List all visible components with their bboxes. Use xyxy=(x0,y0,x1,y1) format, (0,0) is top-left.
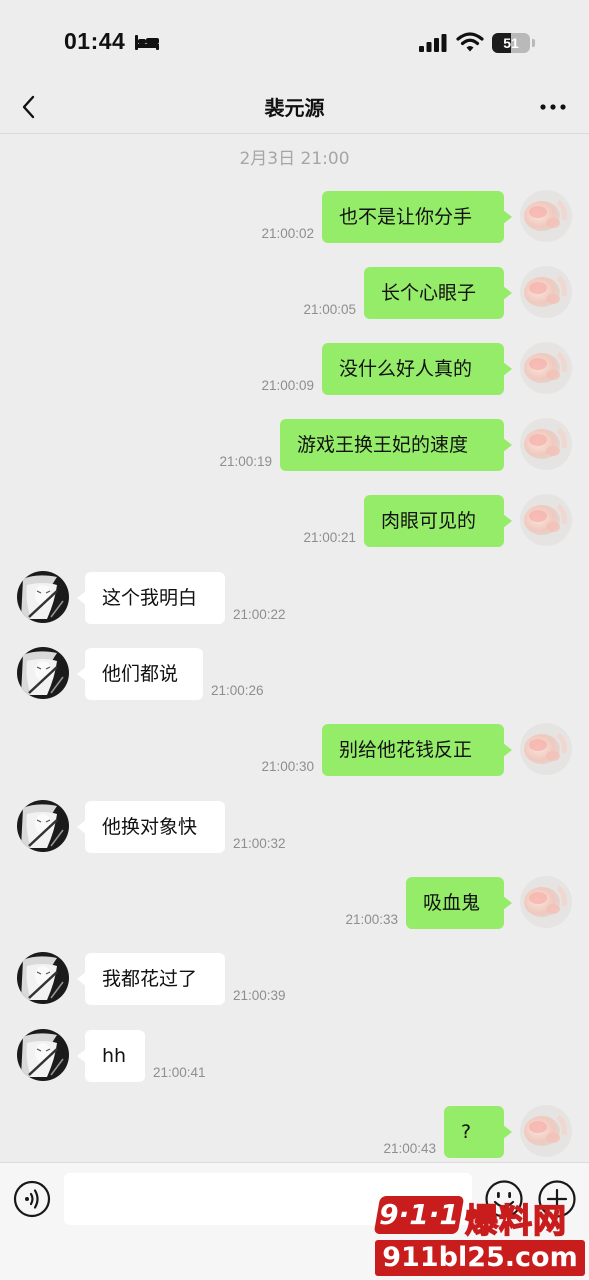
watermark-badge: 9·1·1 xyxy=(373,1196,465,1234)
message-bubble-received[interactable]: 我都花过了 xyxy=(77,953,225,1005)
voice-icon[interactable] xyxy=(13,1180,51,1218)
battery-tip xyxy=(532,39,535,47)
avatar-self[interactable] xyxy=(520,190,572,242)
avatar-contact[interactable] xyxy=(17,571,69,623)
message-time: 21:00:43 xyxy=(383,1141,436,1156)
avatar-contact[interactable] xyxy=(17,647,69,699)
more-dots-icon[interactable] xyxy=(538,94,568,120)
message-bubble-sent[interactable]: 吸血鬼 xyxy=(406,877,512,929)
message-bubble-received[interactable]: 这个我明白 xyxy=(77,572,225,624)
message-bubble-sent[interactable]: 游戏王换王妃的速度 xyxy=(280,419,512,471)
message-bubble-sent[interactable]: ? xyxy=(444,1106,512,1158)
message-bubble-sent[interactable]: 没什么好人真的 xyxy=(322,343,512,395)
battery-level: 51 xyxy=(503,35,519,51)
avatar-contact[interactable] xyxy=(17,800,69,852)
message-bubble-sent[interactable]: 长个心眼子 xyxy=(364,267,512,319)
message-time: 21:00:02 xyxy=(261,226,314,241)
avatar-self[interactable] xyxy=(520,494,572,546)
avatar-self[interactable] xyxy=(520,1105,572,1157)
message-time: 21:00:33 xyxy=(345,912,398,927)
message-time: 21:00:41 xyxy=(153,1065,206,1080)
watermark-domain-box: 911bl25.com xyxy=(375,1240,585,1276)
message-time: 21:00:19 xyxy=(219,454,272,469)
avatar-self[interactable] xyxy=(520,342,572,394)
avatar-self[interactable] xyxy=(520,876,572,928)
nav-bar: 裴元源 xyxy=(0,80,589,134)
signal-icon xyxy=(419,34,447,52)
status-bar: 01:44 51 xyxy=(0,0,589,80)
message-time: 21:00:05 xyxy=(303,302,356,317)
avatar-self[interactable] xyxy=(520,723,572,775)
message-bubble-received[interactable]: 他换对象快 xyxy=(77,801,225,853)
status-time: 01:44 xyxy=(64,28,126,54)
bed-icon xyxy=(135,35,159,50)
message-time: 21:00:22 xyxy=(233,607,286,622)
watermark-top: 9·1·1 爆料网 xyxy=(373,1192,587,1241)
message-bubble-sent[interactable]: 肉眼可见的 xyxy=(364,495,512,547)
message-bubble-sent[interactable]: 也不是让你分手 xyxy=(322,191,512,243)
message-bubble-received[interactable]: 他们都说 xyxy=(77,648,203,700)
avatar-contact[interactable] xyxy=(17,1029,69,1081)
chat-title: 裴元源 xyxy=(264,96,325,120)
watermark-domain: 911bl25.com xyxy=(382,1242,578,1273)
watermark-badge-text: 9·1·1 xyxy=(379,1198,459,1231)
message-time: 21:00:32 xyxy=(233,836,286,851)
avatar-self[interactable] xyxy=(520,418,572,470)
message-time: 21:00:21 xyxy=(303,530,356,545)
message-time: 21:00:30 xyxy=(261,759,314,774)
message-time: 21:00:39 xyxy=(233,988,286,1003)
message-bubble-received[interactable]: hh xyxy=(77,1030,145,1082)
avatar-self[interactable] xyxy=(520,266,572,318)
avatar-contact[interactable] xyxy=(17,952,69,1004)
wifi-icon xyxy=(456,32,484,52)
message-time: 21:00:26 xyxy=(211,683,264,698)
watermark-name: 爆料网 xyxy=(464,1200,567,1241)
watermark-logo: 9·1·1 爆料网 911bl25.com xyxy=(373,1192,587,1278)
battery-indicator: 51 xyxy=(492,33,530,53)
message-bubble-sent[interactable]: 别给他花钱反正 xyxy=(322,724,512,776)
message-time: 21:00:09 xyxy=(261,378,314,393)
date-time-header: 2月3日 21:00 xyxy=(239,149,350,169)
